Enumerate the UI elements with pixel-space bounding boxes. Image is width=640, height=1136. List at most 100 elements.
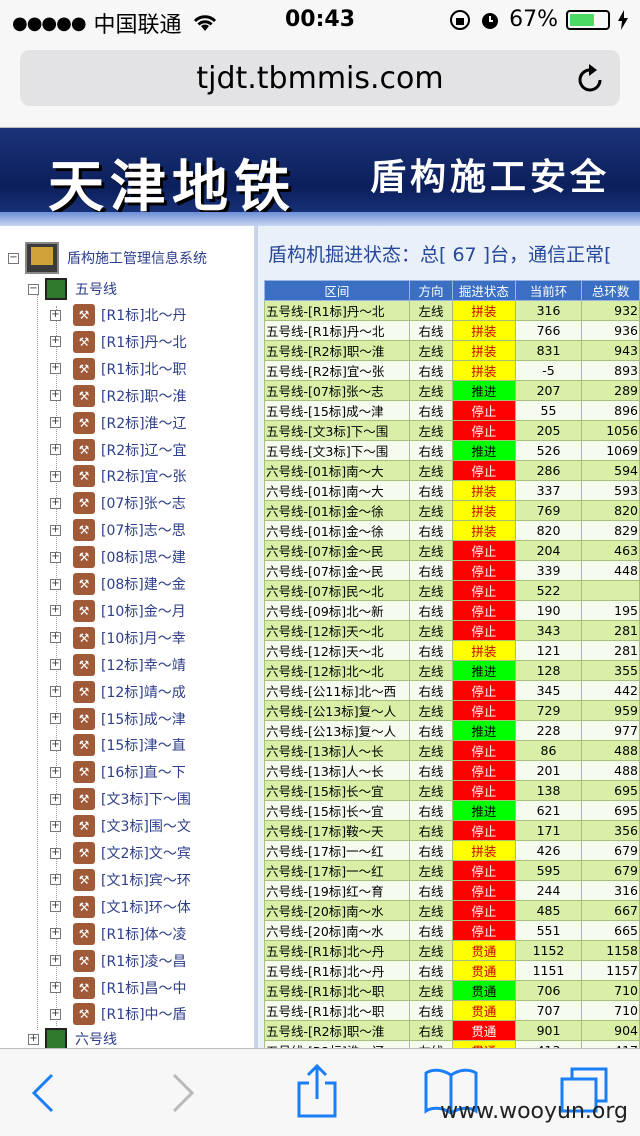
expand-icon[interactable]: + (50, 632, 61, 644)
table-row[interactable]: 六号线-[01标]金～徐 右线 拼装 820 829 (264, 520, 640, 541)
expand-icon[interactable]: + (50, 955, 61, 967)
sidebar-item[interactable]: + ⚒ [07标]志～思 (50, 517, 186, 543)
expand-icon[interactable]: + (50, 847, 61, 859)
table-row[interactable]: 五号线-[R1标]北～丹 右线 贯通 1151 1157 (264, 960, 640, 981)
table-row[interactable]: 六号线-[12标]天～北 右线 拼装 121 281 (264, 640, 640, 661)
table-row[interactable]: 六号线-[17标]一～红 右线 拼装 426 679 (264, 840, 640, 861)
column-header[interactable]: 方向 (408, 280, 454, 301)
column-header[interactable]: 区间 (264, 280, 410, 301)
table-row[interactable]: 六号线-[公13标]复～人 左线 停止 729 959 (264, 700, 640, 721)
table-row[interactable]: 六号线-[15标]长～宜 左线 停止 138 695 (264, 780, 640, 801)
table-row[interactable]: 六号线-[17标]一～红 左线 停止 595 679 (264, 860, 640, 881)
table-row[interactable]: 六号线-[01标]金～徐 左线 拼装 769 820 (264, 500, 640, 521)
table-row[interactable]: 五号线-[文3标]下～围 左线 停止 205 1056 (264, 420, 640, 441)
reload-icon[interactable] (576, 62, 606, 94)
expand-icon[interactable]: + (50, 820, 61, 832)
tree-node-line5[interactable]: − 五号线 (28, 278, 117, 300)
table-row[interactable]: 五号线-[R1标]北～丹 左线 贯通 1152 1158 (264, 940, 640, 961)
table-row[interactable]: 五号线-[R2标]职～淮 右线 贯通 901 904 (264, 1020, 640, 1041)
expand-icon[interactable]: + (50, 336, 61, 348)
sidebar-item[interactable]: + ⚒ [R1标]北～职 (50, 356, 187, 382)
forward-icon[interactable] (170, 1071, 196, 1115)
sidebar-item[interactable]: + ⚒ [R1标]北～丹 (50, 302, 187, 328)
table-row[interactable]: 五号线-[R1标]北～职 右线 贯通 707 710 (264, 1000, 640, 1021)
sidebar-item[interactable]: + ⚒ [文3标]围～文 (50, 813, 191, 839)
table-row[interactable]: 五号线-[文3标]下～围 右线 推进 526 1069 (264, 440, 640, 461)
table-row[interactable]: 六号线-[13标]人～长 右线 停止 201 488 (264, 760, 640, 781)
expand-icon[interactable]: + (50, 497, 61, 509)
table-row[interactable]: 六号线-[12标]天～北 左线 停止 343 281 (264, 620, 640, 641)
sidebar-item[interactable]: + ⚒ [16标]直～下 (50, 759, 186, 785)
expand-icon[interactable]: + (50, 363, 61, 375)
table-row[interactable]: 六号线-[07标]民～北 左线 停止 522 (264, 580, 640, 601)
url-field[interactable]: tjdt.tbmmis.com (20, 50, 620, 106)
expand-icon[interactable]: + (50, 417, 61, 429)
table-row[interactable]: 六号线-[13标]人～长 左线 停止 86 488 (264, 740, 640, 761)
table-row[interactable]: 五号线-[R2标]宜～张 右线 拼装 -5 893 (264, 360, 640, 381)
sidebar-item[interactable]: + ⚒ [10标]金～月 (50, 598, 186, 624)
sidebar-item[interactable]: + ⚒ [R2标]淮～辽 (50, 410, 187, 436)
column-header[interactable]: 掘进状态 (452, 280, 516, 301)
table-row[interactable]: 六号线-[01标]南～大 左线 停止 286 594 (264, 460, 640, 481)
table-row[interactable]: 五号线-[R1标]丹～北 左线 拼装 316 932 (264, 300, 640, 321)
sidebar-item[interactable]: + ⚒ [07标]张～志 (50, 490, 186, 516)
table-row[interactable]: 六号线-[17标]鞍～天 右线 停止 171 356 (264, 820, 640, 841)
expand-icon[interactable]: + (28, 1033, 39, 1045)
table-row[interactable]: 五号线-[15标]成～津 右线 停止 55 896 (264, 400, 640, 421)
expand-icon[interactable]: + (50, 686, 61, 698)
sidebar-item[interactable]: + ⚒ [文1标]宾～环 (50, 867, 191, 893)
sidebar-item[interactable]: + ⚒ [08标]思～建 (50, 544, 186, 570)
table-row[interactable]: 五号线-[R1标]北～职 左线 贯通 706 710 (264, 980, 640, 1001)
sidebar-item[interactable]: + ⚒ [10标]月～幸 (50, 625, 186, 651)
sidebar-item[interactable]: + ⚒ [12标]幸～靖 (50, 652, 186, 678)
sidebar-item[interactable]: + ⚒ [08标]建～金 (50, 571, 186, 597)
expand-icon[interactable]: + (50, 524, 61, 536)
sidebar-item[interactable]: + ⚒ [15标]津～直 (50, 732, 186, 758)
tree-root[interactable]: − 盾构施工管理信息系统 (8, 242, 207, 274)
table-row[interactable]: 六号线-[公13标]复～人 右线 推进 228 977 (264, 720, 640, 741)
table-row[interactable]: 六号线-[20标]南～水 右线 停止 551 665 (264, 920, 640, 941)
table-row[interactable]: 六号线-[公11标]北～西 右线 停止 345 442 (264, 680, 640, 701)
sidebar-item[interactable]: + ⚒ [R2标]职～淮 (50, 383, 187, 409)
sidebar-item[interactable]: + ⚒ [R1标]昌～中 (50, 975, 187, 1001)
table-row[interactable]: 六号线-[01标]南～大 右线 拼装 337 593 (264, 480, 640, 501)
expand-icon[interactable]: + (50, 551, 61, 563)
table-row[interactable]: 六号线-[07标]金～民 左线 停止 204 463 (264, 540, 640, 561)
expand-icon[interactable]: + (50, 659, 61, 671)
table-row[interactable]: 六号线-[12标]北～北 左线 推进 128 355 (264, 660, 640, 681)
sidebar-item[interactable]: + ⚒ [15标]成～津 (50, 706, 186, 732)
expand-icon[interactable]: + (50, 605, 61, 617)
table-row[interactable]: 六号线-[07标]金～民 右线 停止 339 448 (264, 560, 640, 581)
expand-icon[interactable]: + (50, 982, 61, 993)
expand-icon[interactable]: + (50, 470, 61, 482)
sidebar-item[interactable]: + ⚒ [R1标]体～凌 (50, 921, 187, 947)
expand-icon[interactable]: + (50, 739, 61, 751)
table-row[interactable]: 六号线-[20标]南～水 左线 停止 485 667 (264, 900, 640, 921)
collapse-icon[interactable]: − (8, 252, 19, 264)
expand-icon[interactable]: + (50, 793, 61, 805)
table-row[interactable]: 五号线-[07标]张～志 左线 推进 207 289 (264, 380, 640, 401)
sidebar-item[interactable]: + ⚒ [R1标]凌～昌 (50, 948, 187, 974)
expand-icon[interactable]: + (50, 444, 61, 455)
sidebar-item[interactable]: + ⚒ [R1标]中～盾 (50, 1001, 187, 1027)
column-header[interactable]: 总环数 (581, 280, 640, 301)
sidebar-item[interactable]: + ⚒ [文2标]文～宾 (50, 840, 191, 866)
expand-icon[interactable]: + (50, 874, 61, 886)
sidebar-item[interactable]: + ⚒ [R2标]宜～张 (50, 463, 187, 489)
expand-icon[interactable]: + (50, 766, 61, 778)
table-row[interactable]: 五号线-[R2标]职～淮 左线 拼装 831 943 (264, 340, 640, 361)
sidebar-item[interactable]: + ⚒ [R1标]丹～北 (50, 329, 187, 355)
table-row[interactable]: 六号线-[15标]长～宜 右线 推进 621 695 (264, 800, 640, 821)
expand-icon[interactable]: + (50, 390, 61, 402)
sidebar-item[interactable]: + ⚒ [文3标]下～围 (50, 786, 191, 812)
expand-icon[interactable]: + (50, 309, 61, 321)
sidebar-item[interactable]: + ⚒ [12标]靖～成 (50, 679, 186, 705)
collapse-icon[interactable]: − (28, 283, 39, 295)
tree-node-line6[interactable]: + 六号线 (28, 1028, 117, 1048)
table-row[interactable]: 六号线-[19标]红～育 右线 停止 244 316 (264, 880, 640, 901)
share-icon[interactable] (296, 1063, 338, 1119)
sidebar-item[interactable]: + ⚒ [R2标]辽～宜 (50, 437, 187, 463)
column-header[interactable]: 当前环 (514, 280, 583, 301)
sidebar-item[interactable]: + ⚒ [文1标]环～体 (50, 894, 191, 920)
table-row[interactable]: 五号线-[R1标]丹～北 右线 拼装 766 936 (264, 320, 640, 341)
